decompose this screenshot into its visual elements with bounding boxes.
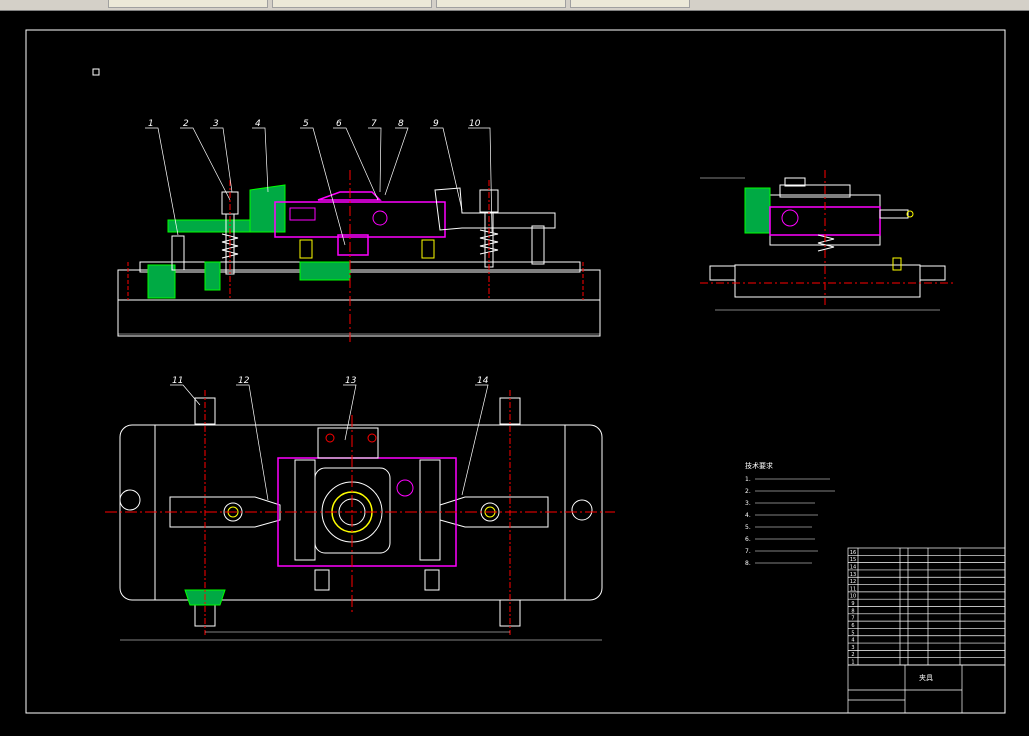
- callout-1: 1: [148, 119, 154, 129]
- plan-aux-hole: [396, 479, 414, 497]
- tech-note-6: 6.: [745, 536, 751, 543]
- plan-bolt-bottom-2: [424, 569, 440, 591]
- side-yellow-bolt: [892, 257, 902, 271]
- side-bore: [781, 209, 799, 227]
- bom-item-number: 12: [850, 579, 856, 585]
- tech-note-4: 4.: [745, 512, 751, 519]
- ucs-marker: [92, 68, 100, 76]
- callout-9: 9: [433, 119, 439, 129]
- callout-5: 5: [303, 119, 309, 129]
- lever-right: [434, 187, 556, 231]
- tech-note-2: 2.: [745, 488, 751, 495]
- callout-8: 8: [398, 119, 404, 129]
- tech-note-3: 3.: [745, 500, 751, 507]
- bom-item-number: 1: [851, 660, 854, 666]
- clamp-arm: [249, 184, 286, 233]
- bom-item-number: 5: [851, 630, 854, 636]
- bom-item-number: 15: [850, 557, 856, 563]
- callout-13: 13: [345, 376, 357, 386]
- slot-right: [571, 499, 593, 521]
- side-spring: [817, 234, 835, 252]
- workpiece-boss: [337, 234, 369, 256]
- side-pin: [879, 209, 909, 219]
- tech-note-8: 8.: [745, 560, 751, 567]
- bom-item-number: 14: [850, 564, 856, 570]
- cad-drawing: 1 2 3 4 5 6 7 8 9 10 11 12 13 14 技术要求 1.…: [25, 29, 1006, 714]
- bom-rows: [848, 554, 1005, 666]
- slot-left: [119, 489, 141, 511]
- plan-rail-left: [294, 459, 316, 561]
- side-lug-right: [919, 265, 946, 281]
- hatch-center: [299, 261, 351, 281]
- bom-item-number: 4: [851, 638, 854, 644]
- bom-item-number: 16: [850, 550, 856, 556]
- callout-6: 6: [336, 119, 342, 129]
- callout-11: 11: [172, 376, 183, 386]
- support-pin-2: [421, 239, 435, 259]
- bom-frame: [847, 547, 1006, 714]
- bom-item-number: 7: [851, 616, 854, 622]
- toolbar-tab-4[interactable]: [570, 0, 690, 8]
- toolbar-tab-2[interactable]: [272, 0, 432, 8]
- plan-hole-1: [325, 433, 335, 443]
- bom-item-number: 11: [850, 586, 856, 592]
- callout-3: 3: [213, 119, 219, 129]
- tech-title: 技术要求: [745, 461, 773, 470]
- tech-note-5: 5.: [745, 524, 751, 531]
- callout-7: 7: [371, 119, 377, 129]
- bom-item-number: 2: [851, 652, 854, 658]
- bom-item-number: 9: [851, 601, 854, 607]
- base-plate: [117, 269, 601, 337]
- plan-rail-right: [419, 459, 441, 561]
- title-block: [847, 547, 1006, 714]
- toolbar-tab-3[interactable]: [436, 0, 566, 8]
- toolbar-tab-1[interactable]: [108, 0, 268, 8]
- plan-bolt-bottom-1: [314, 569, 330, 591]
- tech-note-1: 1.: [745, 476, 751, 483]
- callout-10: 10: [469, 119, 481, 129]
- bom-item-number: 8: [851, 608, 854, 614]
- side-lug-left: [709, 265, 736, 281]
- side-view: [700, 170, 955, 311]
- title-name: 夹具: [919, 673, 933, 682]
- side-base: [734, 264, 921, 298]
- plan-hole-2: [367, 433, 377, 443]
- side-hatch: [744, 187, 771, 234]
- callouts-front: 1 2 3 4 5 6 7 8 9 10: [148, 119, 481, 129]
- plan-top-block: [317, 427, 379, 459]
- bom-item-numbers: 161514 131211 1098 765 432 1: [850, 550, 856, 666]
- bom-item-number: 3: [851, 645, 854, 651]
- callout-14: 14: [477, 376, 489, 386]
- bom-item-number: 6: [851, 623, 854, 629]
- callout-2: 2: [183, 119, 189, 129]
- bom-item-number: 13: [850, 572, 856, 578]
- lever-left: [167, 219, 251, 233]
- hatch-bolt: [204, 261, 221, 291]
- callout-12: 12: [238, 376, 250, 386]
- hatch-left: [147, 264, 176, 299]
- support-pin-1: [299, 239, 313, 259]
- tech-note-lines: 1. 2. 3. 4. 5. 6. 7. 8.: [745, 476, 835, 567]
- workpiece-top: [317, 191, 382, 201]
- front-view: 1 2 3 4 5 6 7 8 9 10: [117, 119, 601, 345]
- callout-4: 4: [255, 119, 261, 129]
- technical-notes: 技术要求 1. 2. 3. 4. 5. 6. 7. 8.: [745, 461, 835, 567]
- plan-view: 11 12 13 14: [105, 376, 615, 641]
- bom-item-number: 10: [850, 594, 856, 600]
- post-right: [531, 225, 545, 265]
- callouts-plan: 11 12 13 14: [172, 376, 489, 386]
- workpiece-slot: [289, 207, 316, 221]
- workpiece-bore: [372, 210, 388, 226]
- tech-note-7: 7.: [745, 548, 751, 555]
